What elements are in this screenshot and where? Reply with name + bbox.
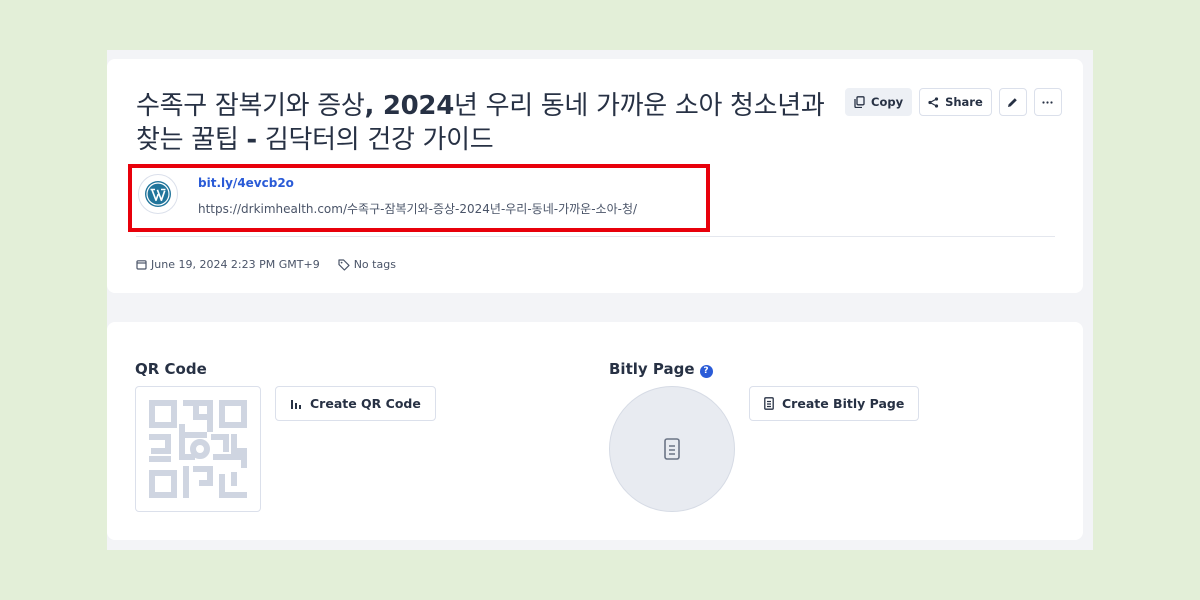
more-options-button[interactable] bbox=[1033, 88, 1062, 116]
ellipsis-icon bbox=[1042, 100, 1053, 104]
link-title: 수족구 잠복기와 증상, 2024년 우리 동네 가까운 소아 청소년과 찾는 … bbox=[136, 91, 825, 155]
edit-button[interactable] bbox=[998, 88, 1027, 116]
bitly-page-placeholder bbox=[609, 386, 735, 512]
copy-button[interactable]: Copy bbox=[845, 88, 913, 116]
help-icon[interactable]: ? bbox=[699, 364, 713, 378]
share-button[interactable]: Share bbox=[919, 88, 992, 116]
bitly-page-heading: Bitly Page? bbox=[609, 360, 713, 378]
wordpress-favicon-icon bbox=[138, 174, 178, 214]
divider bbox=[136, 236, 1055, 237]
calendar-icon bbox=[136, 260, 147, 270]
short-link[interactable]: bit.ly/4evcb2o bbox=[198, 176, 294, 190]
page-icon bbox=[764, 397, 774, 410]
created-date: June 19, 2024 2:23 PM GMT+9 bbox=[151, 258, 320, 271]
qr-code-icon bbox=[149, 400, 247, 498]
copy-icon bbox=[854, 96, 865, 108]
destination-url[interactable]: https://drkimhealth.com/수족구-잠복기와-증상-2024… bbox=[198, 200, 637, 217]
tags-label[interactable]: No tags bbox=[354, 258, 396, 271]
qr-code-heading: QR Code bbox=[135, 360, 207, 378]
bar-chart-icon bbox=[291, 399, 301, 409]
create-qr-code-button[interactable]: Create QR Code bbox=[275, 386, 436, 421]
document-icon bbox=[664, 438, 680, 460]
qr-code-placeholder bbox=[135, 386, 261, 512]
link-meta: June 19, 2024 2:23 PM GMT+9 No tags bbox=[136, 258, 396, 271]
tag-icon bbox=[338, 258, 350, 271]
link-summary-card: 수족구 잠복기와 증상, 2024년 우리 동네 가까운 소아 청소년과 찾는 … bbox=[107, 59, 1083, 293]
link-highlight-box bbox=[128, 164, 710, 232]
link-extras-card: QR Code Create QR Code Bitly Page? Creat… bbox=[107, 322, 1083, 540]
pencil-icon bbox=[1008, 97, 1018, 107]
link-actions: Copy Share bbox=[845, 88, 1062, 116]
share-icon bbox=[928, 96, 939, 108]
link-details-panel: 수족구 잠복기와 증상, 2024년 우리 동네 가까운 소아 청소년과 찾는 … bbox=[107, 50, 1093, 550]
create-bitly-page-button[interactable]: Create Bitly Page bbox=[749, 386, 920, 421]
